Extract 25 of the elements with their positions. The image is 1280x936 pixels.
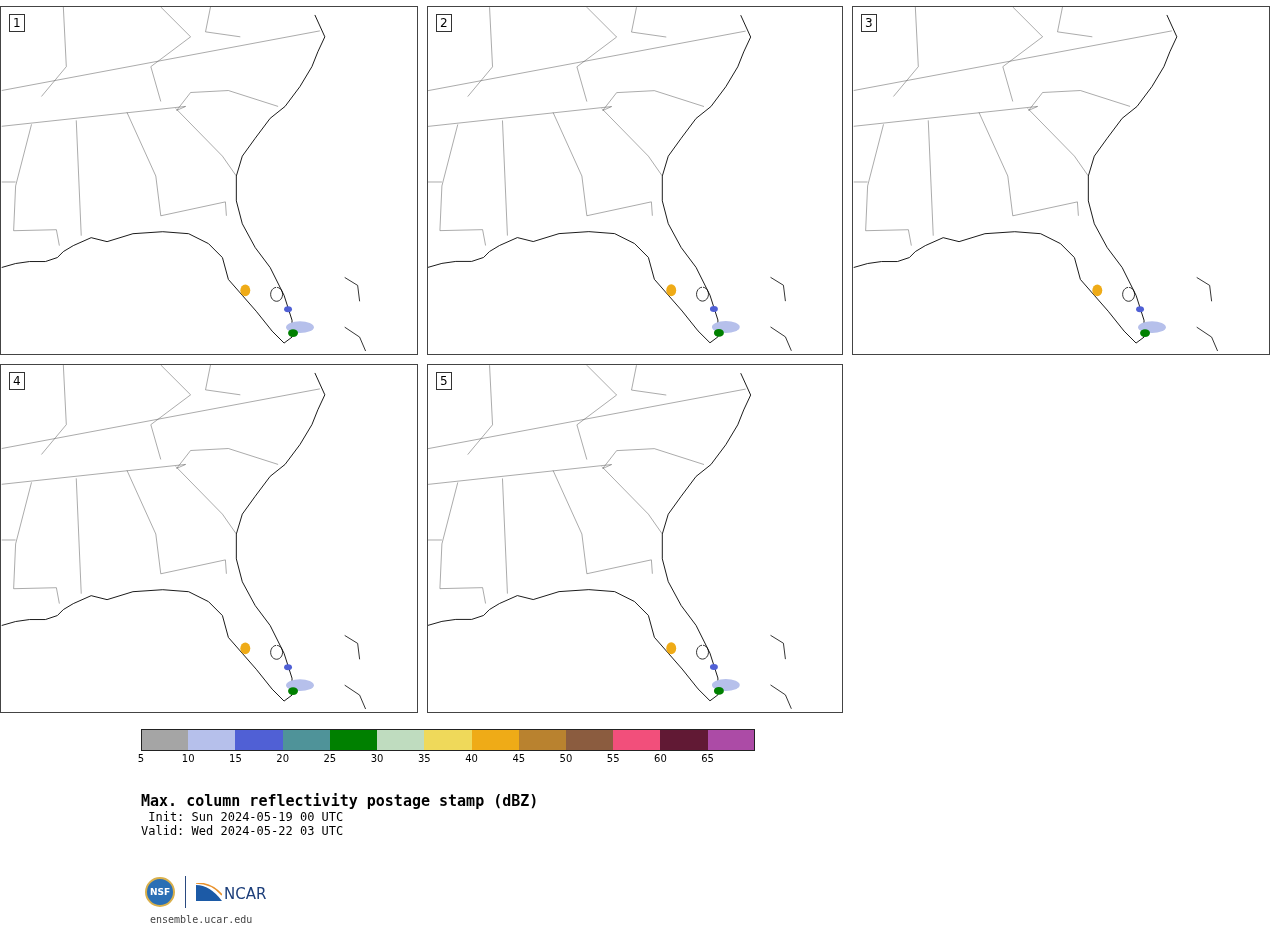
panel-number: 5 xyxy=(436,372,452,390)
chart-title: Max. column reflectivity postage stamp (dBZ) xyxy=(141,792,540,810)
panel-number: 1 xyxy=(9,14,25,32)
tick-label: 60 xyxy=(654,753,667,764)
tick-label: 50 xyxy=(559,753,573,764)
tick-label: 10 xyxy=(181,753,195,764)
tick-label: 5 xyxy=(137,753,145,764)
site-link[interactable]: ensemble.ucar.edu xyxy=(150,914,253,925)
tick-label: 15 xyxy=(229,753,242,764)
panel-number: 2 xyxy=(436,14,452,32)
swoosh-icon xyxy=(196,883,222,901)
ncar-logo: NCAR xyxy=(224,885,267,903)
tick-label: 45 xyxy=(512,753,526,764)
panel-number: 4 xyxy=(9,372,25,390)
tick-label: 40 xyxy=(465,753,478,764)
tick-label: 35 xyxy=(417,753,431,764)
nsf-logo: NSF xyxy=(145,877,175,907)
tick-label: 20 xyxy=(276,753,289,764)
tick-label: 55 xyxy=(606,753,620,764)
valid-time: Valid: Wed 2024-05-22 03 UTC xyxy=(141,824,345,838)
tick-label: 30 xyxy=(370,753,384,764)
init-time: Init: Sun 2024-05-19 00 UTC xyxy=(147,810,345,824)
tick-label: 25 xyxy=(323,753,337,764)
panel-number: 3 xyxy=(861,14,877,32)
tick-label: 65 xyxy=(701,753,714,764)
